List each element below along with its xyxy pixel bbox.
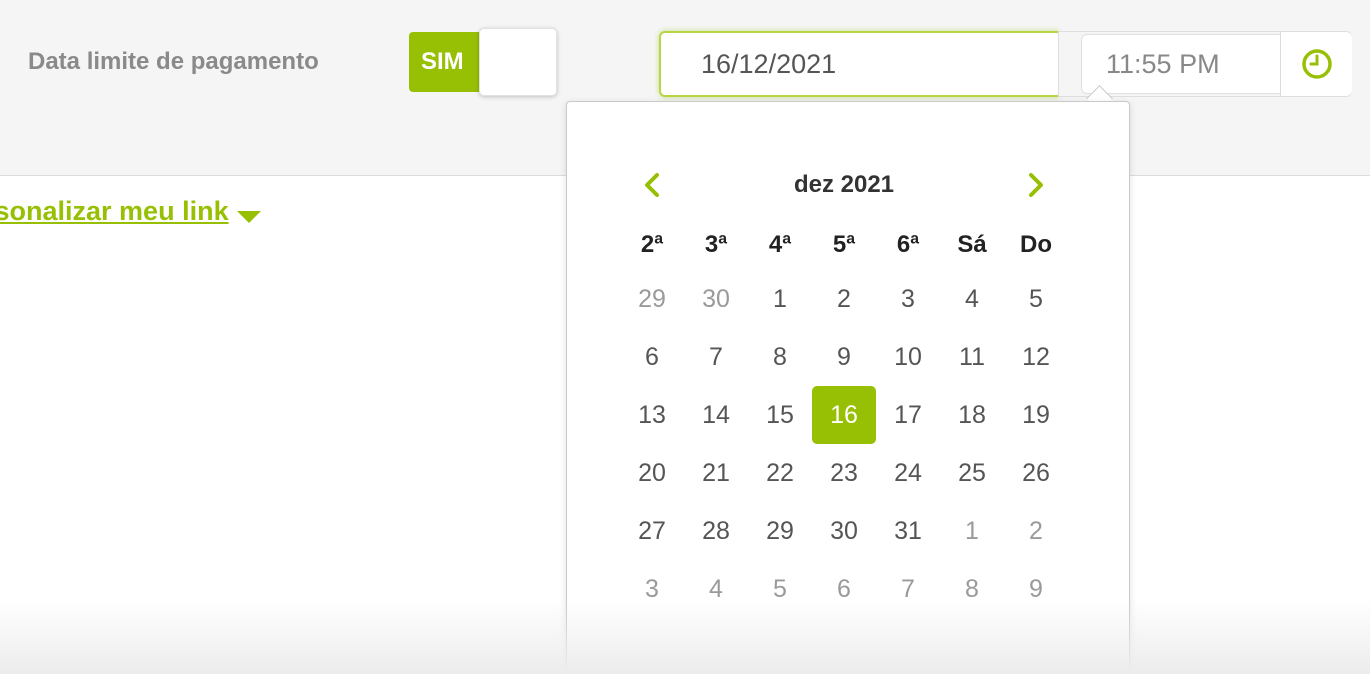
calendar-day[interactable]: 25 xyxy=(940,444,1004,502)
calendar-day[interactable]: 23 xyxy=(812,444,876,502)
bottom-shadow xyxy=(0,600,1370,674)
toggle-knob[interactable] xyxy=(479,28,557,96)
calendar-day[interactable]: 18 xyxy=(940,386,1004,444)
personalize-link-text[interactable]: rsonalizar meu link xyxy=(0,196,229,227)
calendar-day[interactable]: 14 xyxy=(684,386,748,444)
personalize-link[interactable]: rsonalizar meu link xyxy=(0,196,261,227)
weekday-label: 6ª xyxy=(896,231,920,258)
selected-day[interactable]: 16 xyxy=(812,386,876,444)
calendar-day[interactable]: 21 xyxy=(684,444,748,502)
calendar-day[interactable]: 8 xyxy=(748,328,812,386)
calendar-grid: 2ª 3ª 4ª 5ª 6ª Sá Do 29 30 1 2 3 4 5 6 7… xyxy=(620,220,1068,618)
weekday-label: 5ª xyxy=(832,231,856,258)
chevron-right-icon xyxy=(1029,173,1043,197)
calendar-day[interactable]: 24 xyxy=(876,444,940,502)
calendar-day[interactable]: 26 xyxy=(1004,444,1068,502)
month-title[interactable]: dez 2021 xyxy=(684,165,1004,205)
weekday-label: Sá xyxy=(957,231,987,258)
prev-month-button[interactable] xyxy=(620,165,684,205)
calendar-day[interactable]: 22 xyxy=(748,444,812,502)
calendar-day[interactable]: 6 xyxy=(620,328,684,386)
calendar-day[interactable]: 1 xyxy=(940,502,1004,560)
calendar-day[interactable]: 9 xyxy=(812,328,876,386)
calendar-day[interactable]: 31 xyxy=(876,502,940,560)
calendar-day[interactable]: 11 xyxy=(940,328,1004,386)
calendar-day[interactable]: 12 xyxy=(1004,328,1068,386)
calendar-day[interactable]: 5 xyxy=(1004,270,1068,328)
weekday-header-row: 2ª 3ª 4ª 5ª 6ª Sá Do xyxy=(620,220,1068,270)
calendar-day[interactable]: 4 xyxy=(940,270,1004,328)
time-picker-button[interactable] xyxy=(1280,32,1352,96)
deadline-date-input[interactable]: 16/12/2021 xyxy=(659,31,1059,97)
calendar-day[interactable]: 2 xyxy=(1004,502,1068,560)
week-row: 6 7 8 9 10 11 12 xyxy=(620,328,1068,386)
calendar-day[interactable]: 27 xyxy=(620,502,684,560)
calendar-day[interactable]: 17 xyxy=(876,386,940,444)
weekday-label: 2ª xyxy=(640,231,664,258)
calendar-day[interactable]: 7 xyxy=(684,328,748,386)
calendar-day[interactable]: 28 xyxy=(684,502,748,560)
week-row: 29 30 1 2 3 4 5 xyxy=(620,270,1068,328)
calendar-day[interactable]: 15 xyxy=(748,386,812,444)
calendar-day[interactable]: 2 xyxy=(812,270,876,328)
weekday-label: Do xyxy=(1020,231,1052,258)
calendar-day[interactable]: 13 xyxy=(620,386,684,444)
chevron-left-icon xyxy=(645,173,659,197)
calendar-day[interactable]: 29 xyxy=(620,270,684,328)
calendar-day[interactable]: 30 xyxy=(684,270,748,328)
weekday-label: 3ª xyxy=(704,231,728,258)
calendar-day[interactable]: 19 xyxy=(1004,386,1068,444)
deadline-time-input[interactable]: 11:55 PM xyxy=(1081,34,1280,94)
calendar-day[interactable]: 1 xyxy=(748,270,812,328)
calendar-day[interactable]: 29 xyxy=(748,502,812,560)
week-row: 27 28 29 30 31 1 2 xyxy=(620,502,1068,560)
toggle-on-label: SIM xyxy=(409,32,487,92)
calendar-day[interactable]: 3 xyxy=(876,270,940,328)
calendar-header: dez 2021 xyxy=(620,165,1068,205)
calendar-day[interactable]: 10 xyxy=(876,328,940,386)
next-month-button[interactable] xyxy=(1004,165,1068,205)
calendar-day[interactable]: 30 xyxy=(812,502,876,560)
week-row: 20 21 22 23 24 25 26 xyxy=(620,444,1068,502)
weekday-label: 4ª xyxy=(768,231,792,258)
caret-down-icon xyxy=(236,210,261,223)
calendar-day[interactable]: 20 xyxy=(620,444,684,502)
clock-icon xyxy=(1301,49,1332,79)
week-row: 13 14 15 16 17 18 19 xyxy=(620,386,1068,444)
deadline-toggle[interactable]: SIM xyxy=(409,28,557,96)
payment-deadline-label: Data limite de pagamento xyxy=(28,48,319,75)
datepicker-popup: dez 2021 2ª 3ª 4ª 5ª 6ª Sá Do 29 30 1 2 … xyxy=(566,101,1130,673)
